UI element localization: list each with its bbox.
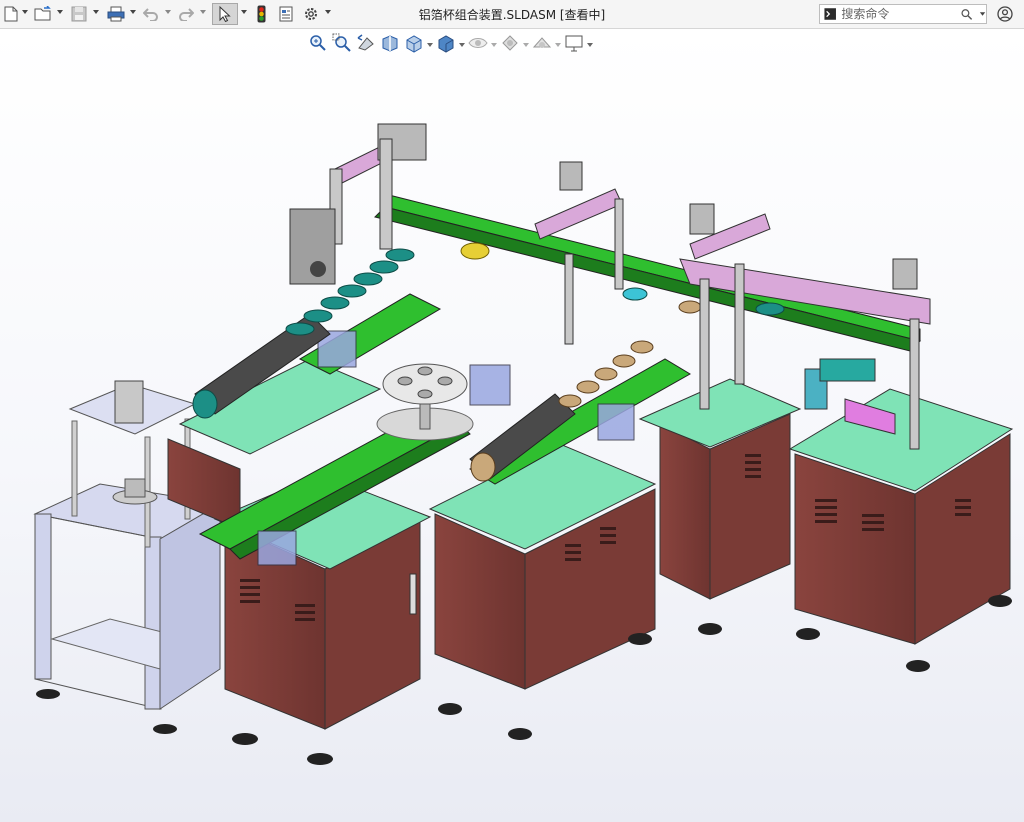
cabinet-front-middle[interactable] <box>428 443 657 740</box>
select-cursor-icon[interactable] <box>212 3 238 25</box>
search-icon[interactable] <box>961 8 973 21</box>
gear-icon[interactable] <box>301 3 321 25</box>
open-folder-icon[interactable] <box>33 3 53 25</box>
chevron-down-icon[interactable] <box>324 8 332 16</box>
chevron-down-icon[interactable] <box>240 8 248 16</box>
search-input[interactable] <box>839 7 954 21</box>
chevron-down-icon[interactable] <box>21 8 29 16</box>
print-icon[interactable] <box>105 3 127 25</box>
undo-icon[interactable] <box>141 3 161 25</box>
new-document-icon[interactable] <box>2 3 20 25</box>
chevron-down-icon[interactable] <box>56 8 64 16</box>
graphics-viewport[interactable] <box>0 29 1024 822</box>
chevron-down-icon[interactable] <box>129 8 137 16</box>
document-title: 铝箔杯组合装置.SLDASM [查看中] <box>418 8 606 22</box>
user-account-icon[interactable] <box>994 3 1016 25</box>
command-prompt-icon <box>824 8 836 20</box>
cabinet-right[interactable] <box>788 388 1014 672</box>
redo-icon[interactable] <box>176 3 196 25</box>
rotary-turntable[interactable] <box>376 363 474 441</box>
file-properties-icon[interactable] <box>277 3 295 25</box>
chevron-down-icon[interactable] <box>979 10 986 18</box>
left-stand-frame[interactable] <box>33 380 222 734</box>
assembly-model[interactable] <box>0 29 1024 822</box>
rebuild-traffic-light-icon[interactable] <box>253 3 269 25</box>
save-icon[interactable] <box>69 3 89 25</box>
chevron-down-icon[interactable] <box>92 8 100 16</box>
chevron-down-icon[interactable] <box>164 8 172 16</box>
chevron-down-icon[interactable] <box>199 8 207 16</box>
command-toolbar: 铝箔杯组合装置.SLDASM [查看中] <box>0 0 1024 29</box>
search-box[interactable] <box>819 4 987 24</box>
cabinet-middle[interactable] <box>638 378 802 635</box>
conveyor-back-long[interactable] <box>374 193 921 352</box>
